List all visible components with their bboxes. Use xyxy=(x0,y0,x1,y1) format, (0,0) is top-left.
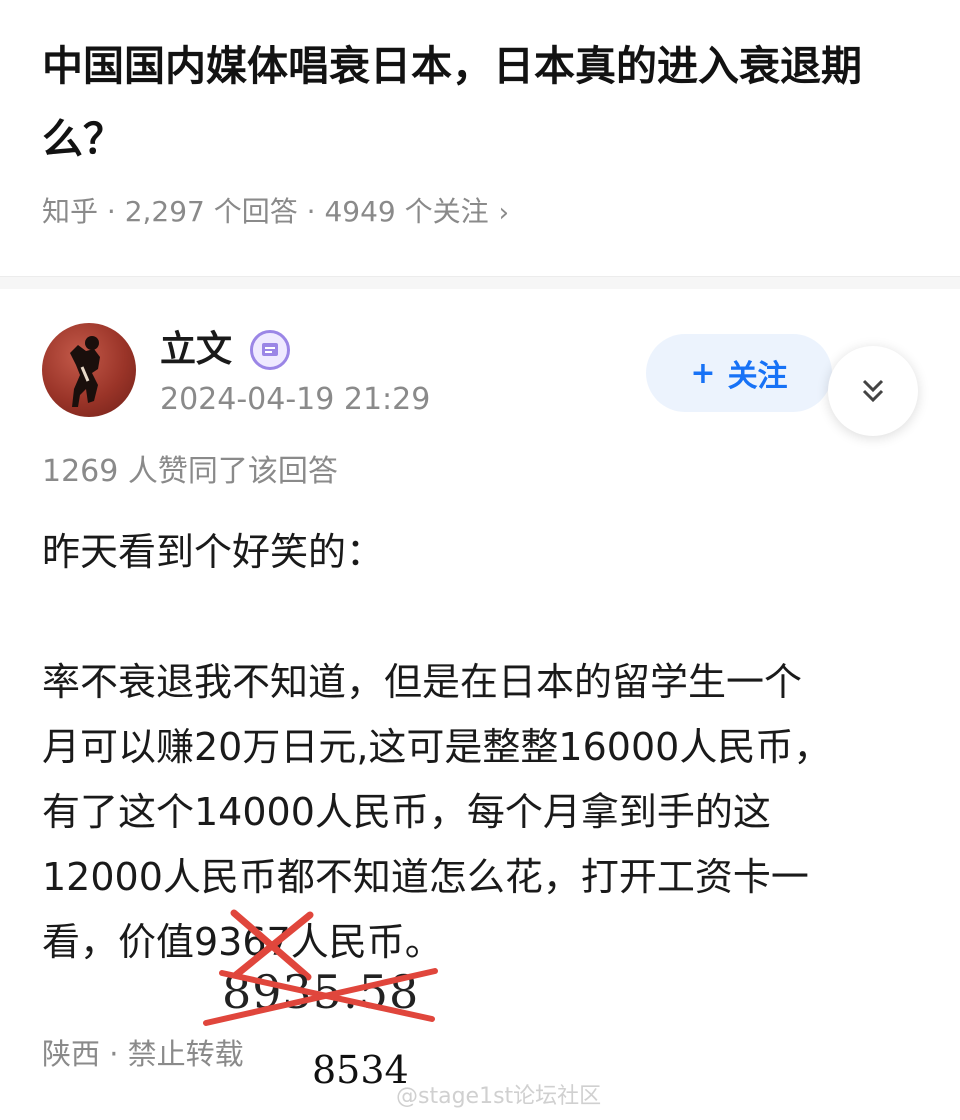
answer-paragraph: 昨天看到个好笑的： xyxy=(42,530,385,574)
handwritten-correction: 8534 xyxy=(312,1048,409,1092)
section-divider xyxy=(0,276,960,289)
avatar[interactable] xyxy=(42,323,136,417)
chevron-right-icon: › xyxy=(498,198,510,228)
answer-line: 看，价值9367人民币。 xyxy=(42,920,443,964)
vote-count: 1269 人赞同了该回答 xyxy=(42,454,338,489)
double-chevron-down-icon xyxy=(862,379,884,403)
verified-badge-icon xyxy=(250,330,290,370)
question-title[interactable]: 中国国内媒体唱衰日本，日本真的进入衰退期么？ xyxy=(42,30,932,176)
answer-line: 率不衰退我不知道，但是在日本的留学生一个 xyxy=(42,660,803,704)
answer-timestamp: 2024-04-19 21:29 xyxy=(160,382,431,417)
avatar-silhouette-icon xyxy=(70,336,100,407)
question-meta[interactable]: 知乎 · 2,297 个回答 · 4949 个关注 › xyxy=(42,190,509,235)
answer-line: 有了这个14000人民币，每个月拿到手的这 xyxy=(42,790,771,834)
collapse-button[interactable] xyxy=(828,346,918,436)
red-cross-mark xyxy=(203,968,438,1026)
question-meta-text: 知乎 · 2,297 个回答 · 4949 个关注 xyxy=(42,195,489,228)
author-name[interactable]: 立文 xyxy=(160,326,232,374)
follow-button[interactable]: + 关注 xyxy=(646,334,832,412)
watermark: @stage1st论坛社区 xyxy=(396,1084,602,1109)
follow-label: 关注 xyxy=(727,359,788,394)
answer-line: 12000人民币都不知道怎么花，打开工资卡一 xyxy=(42,855,809,899)
plus-icon: + xyxy=(690,355,716,391)
answer-location: 陕西 · 禁止转载 xyxy=(42,1037,244,1071)
answer-line: 月可以赚20万日元,这可是整整16000人民币， xyxy=(42,725,832,769)
answer-content: 昨天看到个好笑的： 率不衰退我不知道，但是在日本的留学生一个 月可以赚20万日元… xyxy=(42,520,932,975)
